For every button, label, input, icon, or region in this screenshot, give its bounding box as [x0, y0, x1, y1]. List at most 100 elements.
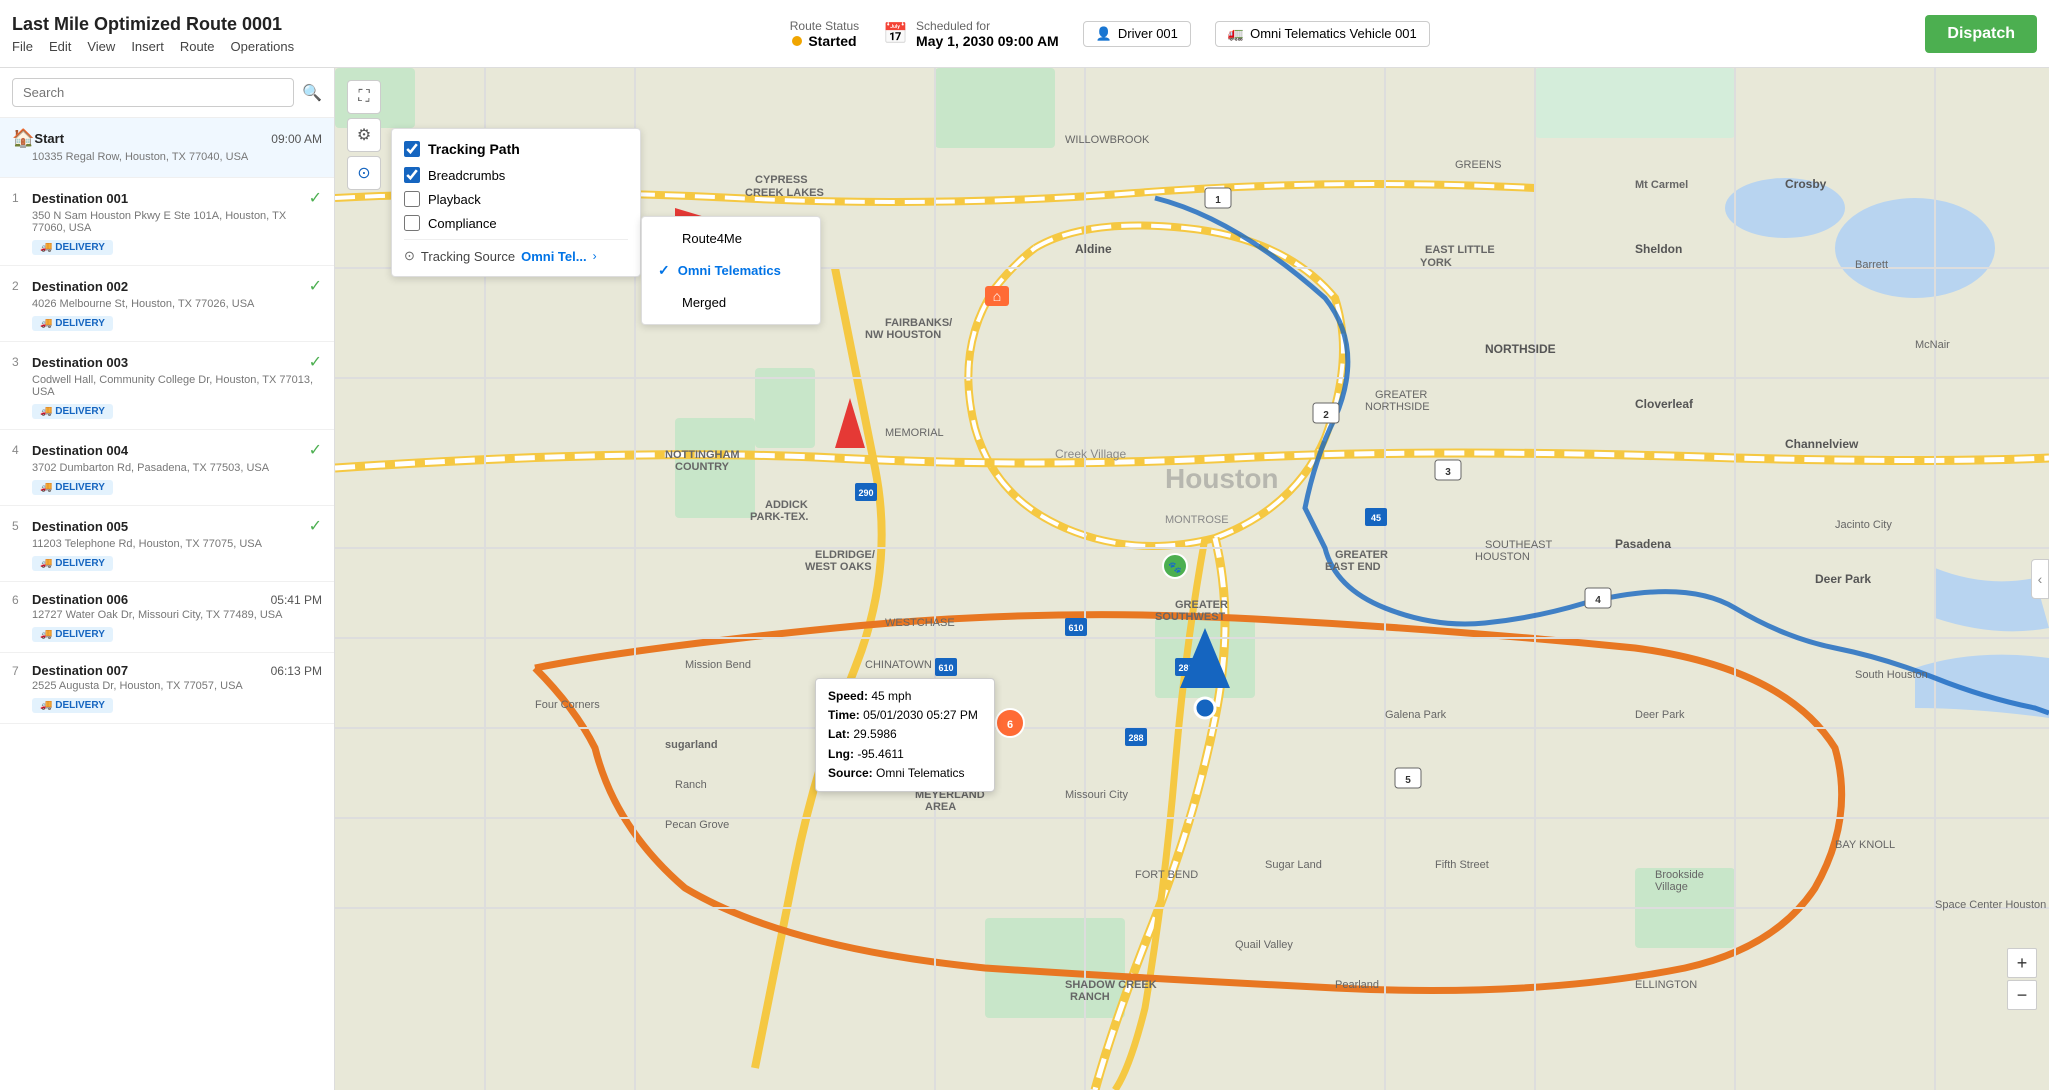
tracking-source-row[interactable]: ⊙ Tracking Source Omni Tel... ›	[404, 239, 628, 264]
stop-item-3[interactable]: 3 Destination 003 ✓ Codwell Hall, Commun…	[0, 342, 334, 430]
source-item-route4me[interactable]: Route4Me	[642, 223, 820, 254]
stop-time-7: 06:13 PM	[271, 664, 322, 678]
delivery-badge-2: 🚚 DELIVERY	[32, 316, 113, 331]
stop-time-start: 09:00 AM	[271, 132, 322, 146]
svg-text:45: 45	[1371, 513, 1381, 523]
stop-address-2: 4026 Melbourne St, Houston, TX 77026, US…	[32, 298, 322, 310]
dispatch-button[interactable]: Dispatch	[1925, 15, 2037, 53]
tooltip-source-value: Omni Telematics	[876, 766, 964, 780]
tooltip-lng-label: Lng:	[828, 747, 854, 761]
tracking-path-label: Tracking Path	[428, 141, 520, 157]
stop-item-start[interactable]: 🏠 Start 09:00 AM 10335 Regal Row, Housto…	[0, 118, 334, 178]
stop-item-7[interactable]: 7 Destination 007 06:13 PM 2525 Augusta …	[0, 653, 334, 724]
driver-pill[interactable]: 👤 Driver 001	[1083, 21, 1191, 47]
collapse-sidebar-button[interactable]: ‹	[2031, 559, 2049, 599]
menu-view[interactable]: View	[87, 39, 115, 54]
stop-item-5[interactable]: 5 Destination 005 ✓ 11203 Telephone Rd, …	[0, 506, 334, 582]
compliance-checkbox[interactable]	[404, 215, 420, 231]
compliance-row: Compliance	[404, 215, 628, 231]
stop-address-start: 10335 Regal Row, Houston, TX 77040, USA	[32, 151, 322, 163]
tooltip-speed-value: 45 mph	[871, 689, 911, 703]
tracking-source-label: Tracking Source	[421, 249, 515, 264]
stop-address-1: 350 N Sam Houston Pkwy E Ste 101A, Houst…	[32, 210, 322, 234]
playback-checkbox[interactable]	[404, 191, 420, 207]
svg-text:⌂: ⌂	[993, 288, 1001, 304]
breadcrumbs-row: Breadcrumbs	[404, 167, 628, 183]
svg-text:Village: Village	[1655, 881, 1688, 893]
svg-text:Missouri City: Missouri City	[1065, 789, 1128, 801]
svg-text:SHADOW CREEK: SHADOW CREEK	[1065, 979, 1157, 991]
stop-num-3: 3	[12, 355, 26, 369]
svg-text:🐾: 🐾	[1168, 562, 1182, 574]
stop-name-5: Destination 005	[32, 519, 309, 534]
svg-text:Pecan Grove: Pecan Grove	[665, 819, 729, 831]
settings-button[interactable]: ⚙	[347, 118, 381, 152]
stop-num-7: 7	[12, 664, 26, 678]
zoom-in-button[interactable]: +	[2007, 948, 2037, 978]
scheduled-info: Scheduled for May 1, 2030 09:00 AM	[916, 19, 1059, 49]
stop-name-3: Destination 003	[32, 355, 309, 370]
tooltip-source-label: Source:	[828, 766, 873, 780]
search-input[interactable]	[12, 78, 294, 107]
menu-file[interactable]: File	[12, 39, 33, 54]
vehicle-label: Omni Telematics Vehicle 001	[1250, 26, 1417, 41]
svg-text:MONTROSE: MONTROSE	[1165, 514, 1229, 526]
tracking-panel: Tracking Path Breadcrumbs Playback Compl…	[391, 128, 641, 277]
route-status-value: Started	[792, 33, 856, 49]
svg-text:NORTHSIDE: NORTHSIDE	[1485, 342, 1556, 356]
source-submenu: Route4Me ✓ Omni Telematics Merged	[641, 216, 821, 325]
status-dot	[792, 36, 802, 46]
fullscreen-button[interactable]: ⛶	[347, 80, 381, 114]
svg-text:2: 2	[1323, 410, 1329, 421]
svg-text:6: 6	[1007, 719, 1013, 731]
zoom-out-button[interactable]: −	[2007, 980, 2037, 1010]
stop-address-4: 3702 Dumbarton Rd, Pasadena, TX 77503, U…	[32, 462, 322, 474]
check-icon-3: ✓	[309, 352, 322, 372]
menu-edit[interactable]: Edit	[49, 39, 71, 54]
route-status-section: Route Status Started	[790, 19, 859, 49]
tracking-source-value: Omni Tel...	[521, 249, 587, 264]
svg-text:Sugar Land: Sugar Land	[1265, 859, 1322, 871]
menu-operations[interactable]: Operations	[231, 39, 295, 54]
stop-item-4[interactable]: 4 Destination 004 ✓ 3702 Dumbarton Rd, P…	[0, 430, 334, 506]
delivery-badge-4: 🚚 DELIVERY	[32, 480, 113, 495]
source-item-merged[interactable]: Merged	[642, 287, 820, 318]
svg-text:Brookside: Brookside	[1655, 869, 1704, 881]
tracking-path-checkbox[interactable]	[404, 141, 420, 157]
svg-text:GREATER: GREATER	[1375, 389, 1427, 401]
svg-text:COUNTRY: COUNTRY	[675, 461, 730, 473]
stop-time-6: 05:41 PM	[271, 593, 322, 607]
tooltip-lat: Lat: 29.5986	[828, 725, 982, 744]
vehicle-pill[interactable]: 🚛 Omni Telematics Vehicle 001	[1215, 21, 1430, 47]
tooltip-source: Source: Omni Telematics	[828, 764, 982, 783]
source-item-omni[interactable]: ✓ Omni Telematics	[642, 254, 820, 287]
tracking-button[interactable]: ⊙	[347, 156, 381, 190]
stop-num-5: 5	[12, 519, 26, 533]
header-center: Route Status Started 📅 Scheduled for May…	[294, 19, 1925, 49]
svg-text:FAIRBANKS/: FAIRBANKS/	[885, 317, 952, 329]
tooltip-time-value: 05/01/2030 05:27 PM	[863, 708, 978, 722]
stop-num-4: 4	[12, 443, 26, 457]
svg-text:4: 4	[1595, 595, 1601, 606]
svg-text:HOUSTON: HOUSTON	[1475, 551, 1530, 563]
menu-route[interactable]: Route	[180, 39, 215, 54]
stop-item-6[interactable]: 6 Destination 006 05:41 PM 12727 Water O…	[0, 582, 334, 653]
breadcrumbs-checkbox[interactable]	[404, 167, 420, 183]
stop-item-1[interactable]: 1 Destination 001 ✓ 350 N Sam Houston Pk…	[0, 178, 334, 266]
svg-text:Creek Village: Creek Village	[1055, 447, 1126, 461]
search-icon[interactable]: 🔍	[302, 83, 322, 103]
stop-name-7: Destination 007	[32, 663, 271, 678]
stop-item-2[interactable]: 2 Destination 002 ✓ 4026 Melbourne St, H…	[0, 266, 334, 342]
menu-insert[interactable]: Insert	[131, 39, 164, 54]
status-text: Started	[808, 33, 856, 49]
svg-text:Cloverleaf: Cloverleaf	[1635, 397, 1694, 411]
source-check-icon: ✓	[658, 262, 670, 279]
driver-icon: 👤	[1096, 26, 1112, 42]
svg-text:5: 5	[1405, 775, 1411, 786]
stop-num-2: 2	[12, 279, 26, 293]
map-area[interactable]: 1 2 3 4 5 6 ⌂ 🐾 CYPRESS	[335, 68, 2049, 1090]
source-merged-label: Merged	[682, 295, 726, 310]
delivery-badge-6: 🚚 DELIVERY	[32, 627, 113, 642]
svg-text:sugarland: sugarland	[665, 739, 718, 751]
delivery-badge-3: 🚚 DELIVERY	[32, 404, 113, 419]
